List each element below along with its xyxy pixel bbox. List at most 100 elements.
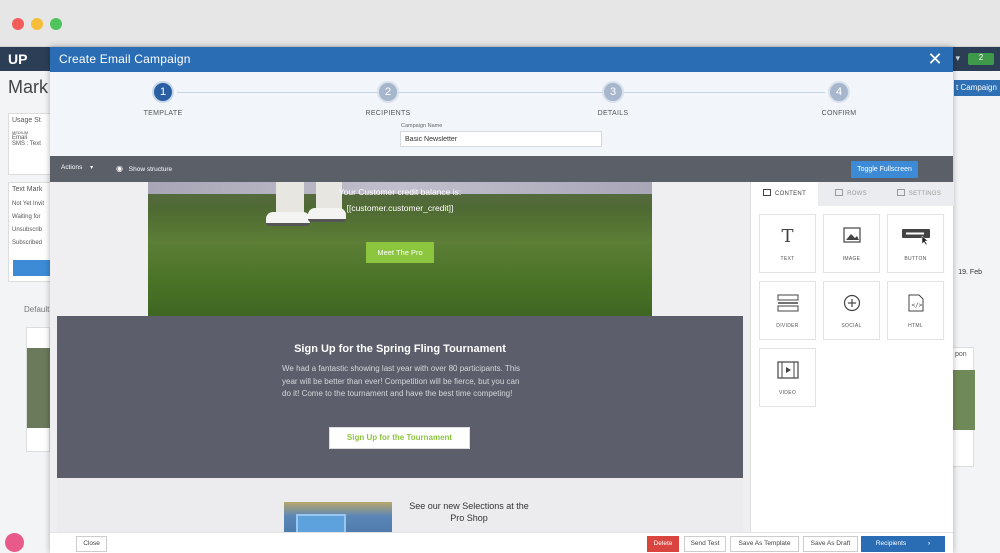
show-structure-toggle[interactable]: ◉ Show structure xyxy=(116,164,172,173)
usage-stats-panel: Usage St MEDIUM Email SMS : Text xyxy=(8,113,52,175)
step-label: RECIPIENTS xyxy=(365,110,411,117)
settings-icon xyxy=(896,189,905,196)
tile-social[interactable]: SOCIAL xyxy=(823,281,880,340)
bg-card-right: pon xyxy=(952,347,975,467)
actions-menu[interactable]: Actions ▾ xyxy=(61,164,93,171)
modal-footer: Close Delete Send Test Save As Template … xyxy=(50,532,953,553)
actions-label: Actions xyxy=(61,164,83,171)
help-chat-button[interactable] xyxy=(5,533,24,552)
tile-label: DIVIDER xyxy=(776,323,799,329)
side-panel-tabs: CONTENT ROWS SETTINGS xyxy=(751,182,954,206)
wizard-steps: 1 TEMPLATE 2 RECIPIENTS 3 DETAILS 4 CONF… xyxy=(50,72,953,156)
golf-shoe xyxy=(266,212,310,226)
maximize-window-button[interactable] xyxy=(50,18,62,30)
show-structure-label: Show structure xyxy=(128,166,173,173)
tile-button[interactable]: BUTTON xyxy=(887,214,944,273)
background-heading: Mark xyxy=(8,77,48,97)
meet-the-pro-button[interactable]: Meet The Pro xyxy=(366,242,434,263)
step-recipients[interactable]: 2 RECIPIENTS xyxy=(338,81,438,117)
recipients-label: Recipients xyxy=(875,540,907,547)
tm-line: Unsubscrib xyxy=(12,227,43,233)
save-as-draft-button[interactable]: Save As Draft xyxy=(803,536,858,552)
delete-button[interactable]: Delete xyxy=(647,536,679,552)
tournament-signup-button[interactable]: Sign Up for the Tournament xyxy=(329,427,470,449)
usage-line: SMS : Text xyxy=(12,141,41,147)
tab-label: SETTINGS xyxy=(908,191,942,197)
modal-header: Create Email Campaign ✕ xyxy=(50,47,953,72)
text-icon: T xyxy=(781,226,794,247)
tm-line: Subscribed xyxy=(12,240,43,246)
tile-label: HTML xyxy=(908,323,923,329)
social-icon xyxy=(824,294,879,314)
tournament-block[interactable]: Sign Up for the Spring Fling Tournament … xyxy=(57,316,743,478)
window-titlebar xyxy=(0,0,1000,47)
chart-date-label: 19. Feb xyxy=(958,269,982,276)
tab-label: ROWS xyxy=(847,191,867,197)
tournament-body: We had a fantastic showing last year wit… xyxy=(282,364,521,398)
step-number: 3 xyxy=(602,81,624,103)
tournament-title: Sign Up for the Spring Fling Tournament xyxy=(294,343,506,355)
tile-divider[interactable]: DIVIDER xyxy=(759,281,816,340)
step-template[interactable]: 1 TEMPLATE xyxy=(113,81,213,117)
html-icon: </> xyxy=(888,294,943,314)
app-logo: UP xyxy=(8,51,28,67)
pro-shop-block[interactable]: See our new Selections at the Pro Shop xyxy=(57,478,743,532)
tab-rows[interactable]: ROWS xyxy=(818,182,884,206)
video-icon xyxy=(760,361,815,381)
close-window-button[interactable] xyxy=(12,18,24,30)
step-confirm[interactable]: 4 CONFIRM xyxy=(789,81,889,117)
bg-blue-bar xyxy=(13,260,50,276)
step-number: 2 xyxy=(377,81,399,103)
step-label: CONFIRM xyxy=(821,110,857,117)
save-as-template-button[interactable]: Save As Template xyxy=(730,536,799,552)
tm-line: Waiting for xyxy=(12,214,41,220)
campaign-name-label: Campaign Name xyxy=(401,123,443,129)
close-icon[interactable]: ✕ xyxy=(925,49,945,69)
usage-stats-title: Usage St xyxy=(12,117,41,124)
tab-content[interactable]: CONTENT xyxy=(751,182,818,206)
grid-icon xyxy=(762,189,771,196)
new-campaign-button[interactable]: t Campaign xyxy=(954,80,1000,96)
chevron-down-icon: ▾ xyxy=(90,165,94,171)
content-side-panel: CONTENT ROWS SETTINGS T TEXT IMAGE BUTTO… xyxy=(750,182,954,532)
notification-badge[interactable]: 2 xyxy=(968,53,994,65)
shop-sign xyxy=(296,514,346,532)
toggle-fullscreen-button[interactable]: Toggle Fullscreen xyxy=(851,161,918,178)
step-number: 4 xyxy=(828,81,850,103)
tile-video[interactable]: VIDEO xyxy=(759,348,816,407)
minimize-window-button[interactable] xyxy=(31,18,43,30)
tile-text[interactable]: T TEXT xyxy=(759,214,816,273)
hero-image-block[interactable]: Your Customer credit balance is: [[custo… xyxy=(148,182,652,316)
recipients-next-button[interactable]: Recipients › xyxy=(861,536,945,552)
tab-settings[interactable]: SETTINGS xyxy=(884,182,954,206)
tile-image[interactable]: IMAGE xyxy=(823,214,880,273)
button-icon xyxy=(888,227,943,247)
pro-shop-image xyxy=(284,502,392,532)
app-window: UP in ▾ 2 Mark t Campaign Usage St MEDIU… xyxy=(0,0,1000,553)
text-marketing-title: Text Mark xyxy=(12,186,43,193)
chevron-right-icon: › xyxy=(928,540,931,547)
divider-icon xyxy=(760,294,815,314)
tab-label: CONTENT xyxy=(774,191,807,197)
step-label: DETAILS xyxy=(597,110,629,117)
image-icon xyxy=(824,227,879,247)
campaign-name-input[interactable] xyxy=(400,131,602,147)
steps-connector xyxy=(177,92,825,93)
send-test-button[interactable]: Send Test xyxy=(684,536,726,552)
step-label: TEMPLATE xyxy=(143,110,183,117)
close-button[interactable]: Close xyxy=(76,536,107,552)
svg-text:</>: </> xyxy=(911,302,922,309)
tile-label: TEXT xyxy=(780,256,795,262)
step-details[interactable]: 3 DETAILS xyxy=(563,81,663,117)
eye-icon: ◉ xyxy=(116,164,123,173)
email-canvas[interactable]: Your Customer credit balance is: [[custo… xyxy=(50,182,750,532)
bg-tab-default[interactable]: Default xyxy=(24,305,49,314)
step-number: 1 xyxy=(152,81,174,103)
tile-label: VIDEO xyxy=(778,390,797,396)
tm-line: Not Yet Invit xyxy=(12,201,45,207)
modal-title: Create Email Campaign xyxy=(59,52,191,66)
credit-balance-text: Your Customer credit balance is: xyxy=(338,187,462,197)
bg-card-left xyxy=(26,327,51,452)
tile-html[interactable]: </> HTML xyxy=(887,281,944,340)
tile-label: SOCIAL xyxy=(841,323,862,329)
